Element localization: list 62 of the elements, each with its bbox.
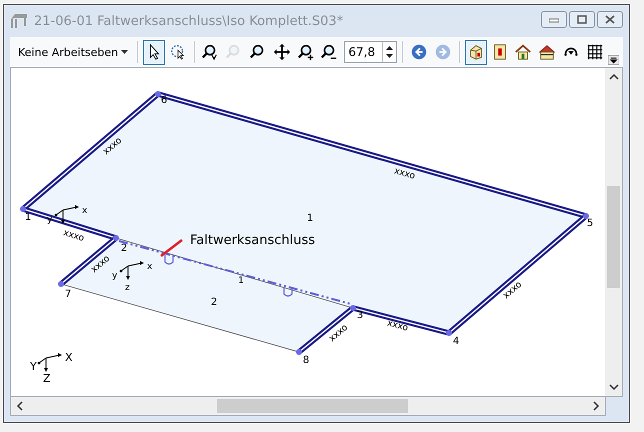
node-point[interactable] — [446, 330, 452, 336]
maximize-button[interactable] — [569, 11, 595, 28]
minimize-icon — [549, 16, 559, 22]
node-point[interactable] — [20, 206, 26, 212]
house-icon — [514, 43, 532, 61]
tool-button[interactable] — [143, 40, 165, 64]
rotate-cursor-icon — [168, 43, 187, 61]
axis-label: Z — [43, 372, 51, 385]
leader-line — [160, 239, 183, 257]
app-icon — [10, 13, 28, 29]
close-button[interactable] — [597, 11, 623, 28]
maximize-icon — [577, 15, 587, 24]
scrollbar-thumb[interactable] — [217, 399, 408, 413]
axis-triad-drawing — [54, 205, 79, 224]
axis-label: x — [147, 262, 152, 272]
axis-triad-drawing — [38, 353, 62, 372]
zoom-field[interactable]: 67,8 — [344, 41, 398, 63]
node-point[interactable] — [350, 305, 356, 311]
tool-button[interactable] — [464, 40, 487, 64]
node-label: 7 — [64, 289, 72, 300]
move-icon — [272, 43, 291, 61]
node-label: 6 — [160, 95, 168, 106]
node-point[interactable] — [296, 349, 302, 355]
node-point[interactable] — [113, 235, 119, 241]
caret-icon — [121, 50, 128, 54]
overflow-icon[interactable] — [608, 55, 619, 65]
axis-triad-drawing — [120, 261, 144, 280]
axis-label: X — [65, 351, 73, 364]
node-label: 3 — [356, 310, 364, 321]
hinge-icon — [164, 255, 174, 265]
axis-label: x — [82, 206, 88, 216]
edge-label: xxxo — [62, 228, 86, 244]
annotation-label: Faltwerksanschluss — [190, 233, 315, 248]
grid-icon — [586, 43, 604, 61]
zoom-out-icon — [320, 43, 338, 61]
node-label: 1 — [24, 212, 32, 223]
zoom-all-icon — [201, 43, 220, 61]
edge-label: xxxo — [386, 318, 410, 334]
axis-label: y — [112, 271, 118, 281]
layer-dropdown[interactable]: Keine Arbeitseben — [14, 44, 132, 60]
hinge-icon — [283, 287, 293, 297]
axis-label: Y — [30, 360, 37, 373]
axis-label: z — [125, 283, 130, 293]
back-icon — [410, 43, 428, 61]
edge-label: xxxo — [392, 166, 416, 182]
node-label: 8 — [302, 355, 310, 366]
minimize-button[interactable] — [541, 11, 567, 28]
surface-label: 2 — [210, 297, 218, 308]
forward-icon — [434, 43, 452, 61]
node-point[interactable] — [155, 91, 161, 97]
close-icon — [605, 15, 615, 24]
node-point[interactable] — [583, 213, 589, 219]
line-label: 1 — [238, 276, 244, 286]
surface-label: 1 — [306, 213, 314, 224]
node-point[interactable] — [58, 281, 64, 287]
node-label: 4 — [452, 336, 460, 347]
node-label: 5 — [586, 218, 594, 229]
window-title: 21-06-01 Faltwerksanschluss\Iso Komplett.S03* — [34, 14, 344, 28]
node-label: 2 — [120, 243, 128, 254]
zoom-in-icon — [296, 43, 315, 61]
house-section-icon — [538, 43, 556, 61]
scrollbar-thumb[interactable] — [607, 186, 620, 288]
